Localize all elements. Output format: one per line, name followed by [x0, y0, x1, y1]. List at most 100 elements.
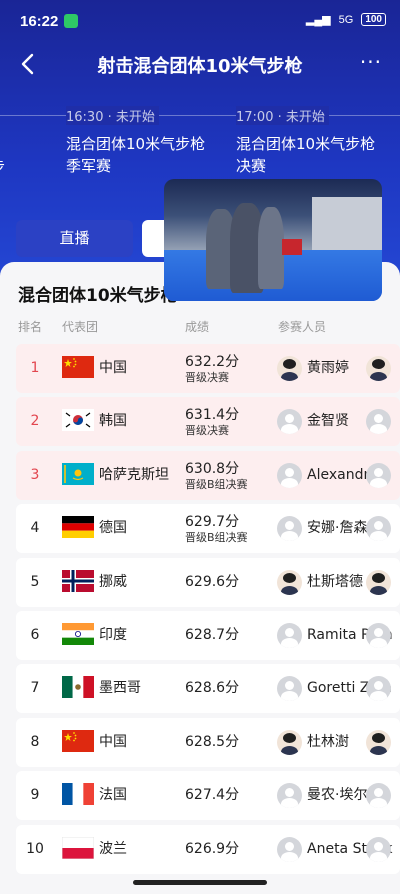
india-flag-icon [62, 623, 94, 645]
score-value: 629.6分 [185, 573, 240, 590]
athlete-name[interactable]: 杜斯塔德 [307, 558, 363, 607]
rank-number: 6 [30, 627, 40, 643]
country-name: 挪威 [99, 573, 127, 590]
nav-bar: 射击混合团体10米气步枪 ··· [0, 40, 400, 88]
qualification-note: 晋级决赛 [185, 424, 229, 438]
poland-flag-icon [62, 836, 94, 859]
athlete-avatar[interactable] [277, 409, 302, 435]
athlete-avatar[interactable] [366, 836, 391, 862]
score-cell: 627.4分 [185, 771, 239, 820]
score-cell: 629.7分 晋级B组决赛 [185, 504, 248, 553]
athlete-avatar[interactable] [277, 356, 302, 381]
table-row[interactable]: 8 中国 628.5分 杜林澍 [16, 717, 400, 767]
rank-number: 9 [30, 787, 40, 804]
athlete-avatar[interactable] [277, 516, 302, 542]
table-row[interactable]: 5 挪威 629.6分 杜斯塔德 [16, 557, 400, 607]
video-athlete-figure [258, 207, 284, 289]
athlete-avatar[interactable] [366, 569, 391, 595]
score-value: 628.6分 [185, 680, 240, 697]
video-background-wall [312, 197, 382, 257]
score-value: 630.8分 [185, 460, 240, 477]
qualification-note: 晋级B组决赛 [185, 531, 248, 545]
home-indicator[interactable] [133, 880, 267, 885]
rank-number: 7 [30, 680, 40, 697]
status-icons: ▂▄▆ 5G 100 [306, 13, 386, 26]
athlete-avatar[interactable] [366, 516, 391, 542]
rank-number: 5 [30, 573, 40, 590]
score-cell: 630.8分 晋级B组决赛 [185, 451, 248, 500]
athlete-avatar[interactable] [366, 623, 391, 648]
score-cell: 631.4分 晋级决赛 [185, 397, 239, 446]
schedule-item-name: 混合团体10米气步枪决赛 [236, 135, 376, 175]
more-options-icon[interactable]: ··· [360, 50, 382, 74]
table-header: 排名 代表团 成绩 参赛人员 [0, 318, 400, 338]
schedule-item-time: 16:30 · 未开始 [66, 106, 159, 125]
table-row[interactable]: 7 墨西哥 628.6分 Goretti Zum [16, 664, 400, 714]
status-time: 16:22 [20, 13, 59, 30]
china-flag-icon [62, 729, 94, 752]
score-value: 629.7分 [185, 514, 240, 531]
score-cell: 628.6分 [185, 664, 239, 713]
athlete-avatar[interactable] [366, 729, 391, 755]
table-row[interactable]: 2 韩国 631.4分 晋级决赛 金智贤 [16, 397, 400, 447]
china-flag-icon [62, 356, 94, 378]
schedule-item[interactable]: 步 [0, 106, 10, 178]
schedule-item-name: 混合团体10米气步枪季军赛 [66, 135, 206, 175]
qualification-note: 晋级决赛 [185, 371, 229, 384]
col-score: 成绩 [185, 320, 210, 334]
athlete-avatar[interactable] [277, 569, 302, 595]
athlete-avatar[interactable] [277, 462, 302, 488]
schedule-item[interactable]: 16:30 · 未开始 混合团体10米气步枪季军赛 [66, 106, 206, 177]
athlete-name[interactable]: 金智贤 [307, 397, 349, 446]
col-team: 代表团 [62, 320, 99, 334]
status-bar: 16:22 ▂▄▆ 5G 100 [0, 0, 400, 40]
back-arrow-icon[interactable] [18, 52, 40, 76]
wechat-notification-icon [64, 14, 78, 28]
results-card: 混合团体10米气步枪 排名 代表团 成绩 参赛人员 1 中国 632.2分 晋级决赛 黄… [0, 262, 400, 894]
mexico-flag-icon [62, 676, 94, 699]
athlete-avatar[interactable] [366, 783, 391, 809]
table-row[interactable]: 3 哈萨克斯坦 630.8分 晋级B组决赛 Alexandra L [16, 450, 400, 500]
athlete-avatar[interactable] [277, 729, 302, 755]
athlete-name[interactable]: 安娜·詹森 [307, 504, 367, 553]
video-jury-sign [282, 239, 302, 255]
country-name: 波兰 [99, 840, 127, 857]
athlete-avatar[interactable] [366, 356, 391, 381]
country-name: 墨西哥 [99, 680, 141, 697]
floating-video-player[interactable] [164, 179, 382, 301]
rank-number: 3 [30, 466, 40, 483]
country-name: 哈萨克斯坦 [99, 466, 169, 483]
score-cell: 628.7分 [185, 611, 239, 660]
schedule-item[interactable]: 17:00 · 未开始 混合团体10米气步枪决赛 [236, 106, 376, 177]
page-title: 射击混合团体10米气步枪 [97, 56, 303, 77]
korea-flag-icon [62, 409, 94, 432]
schedule-item-time: 17:00 · 未开始 [236, 106, 329, 125]
score-cell: 626.9分 [185, 825, 239, 874]
country-name: 中国 [99, 360, 127, 376]
tab-live[interactable]: 直播 [16, 220, 133, 257]
athlete-avatar[interactable] [277, 623, 302, 648]
table-row[interactable]: 6 印度 628.7分 Ramita Ram [16, 611, 400, 660]
score-value: 631.4分 [185, 407, 240, 424]
rank-number: 4 [30, 520, 40, 537]
score-cell: 629.6分 [185, 558, 239, 607]
table-row[interactable]: 4 德国 629.7分 晋级B组决赛 安娜·詹森 [16, 504, 400, 554]
score-value: 628.5分 [185, 733, 240, 750]
athlete-name[interactable]: 杜林澍 [307, 718, 349, 767]
athlete-avatar[interactable] [277, 783, 302, 809]
rank-number: 10 [26, 840, 44, 857]
athlete-avatar[interactable] [366, 462, 391, 488]
athlete-avatar[interactable] [277, 836, 302, 862]
table-row[interactable]: 1 中国 632.2分 晋级决赛 黄雨婷 [16, 344, 400, 393]
athlete-avatar[interactable] [277, 676, 302, 702]
col-athletes: 参赛人员 [278, 320, 327, 334]
rank-number: 1 [30, 360, 40, 376]
athlete-avatar[interactable] [366, 409, 391, 435]
table-row[interactable]: 9 法国 627.4分 曼农·埃尔布 [16, 771, 400, 821]
qualification-note: 晋级B组决赛 [185, 477, 248, 491]
table-row[interactable]: 10 波兰 626.9分 Aneta Stank [16, 824, 400, 874]
athlete-name[interactable]: 黄雨婷 [307, 344, 349, 393]
rank-number: 8 [30, 733, 40, 750]
score-value: 627.4分 [185, 787, 240, 804]
country-name: 印度 [99, 627, 127, 643]
